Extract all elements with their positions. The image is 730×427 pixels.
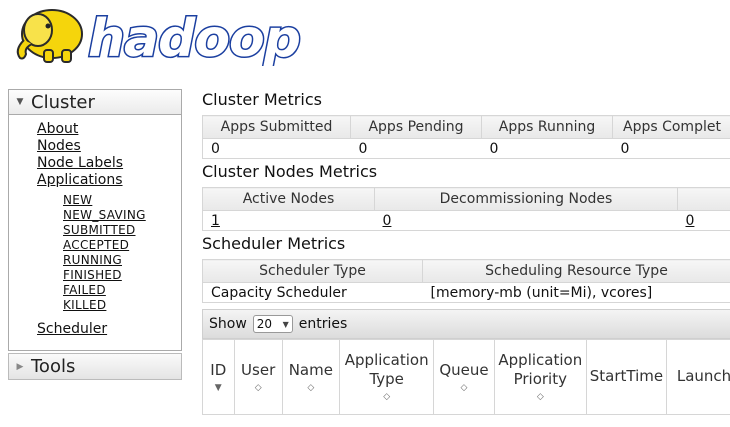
elephant-icon [16, 9, 83, 63]
page-size-value: 20 [256, 317, 273, 331]
link-next-nodes[interactable]: 0 [686, 213, 695, 229]
link-state-new[interactable]: NEW [63, 193, 181, 208]
link-state-failed[interactable]: FAILED [63, 283, 181, 298]
column-application-priority-label-2: Priority [513, 370, 567, 388]
table-row: Capacity Scheduler [memory-mb (unit=Mi),… [202, 282, 730, 303]
nodes-metrics-table: Active Nodes Decommissioning Nodes 1 0 0 [202, 187, 730, 231]
column-queue-label: Queue [439, 360, 489, 379]
column-header-application-type[interactable]: Application Type ◇ [340, 340, 435, 414]
column-starttime-label: StartTime [589, 366, 664, 385]
sidebar-tools-panel[interactable]: ▶ Tools [8, 353, 182, 380]
header-scheduling-resource-type: Scheduling Resource Type [422, 259, 730, 283]
sidebar-cluster-panel: ▼ Cluster About Nodes Node Labels Applic… [8, 89, 182, 351]
applications-table-header: ID ▼ User ◇ Name ◇ Application Type ◇ Qu… [202, 339, 730, 415]
expanded-triangle-icon: ▼ [16, 97, 24, 107]
table-row: 1 0 0 [202, 210, 730, 231]
link-active-nodes[interactable]: 1 [211, 213, 220, 229]
value-apps-submitted: 0 [202, 138, 351, 159]
header-apps-completed: Apps Complet [612, 115, 730, 139]
scheduler-metrics-title: Scheduler Metrics [202, 234, 346, 253]
sidebar-cluster-title: Cluster [31, 91, 95, 113]
scheduler-metrics-table: Scheduler Type Scheduling Resource Type … [202, 259, 730, 303]
link-decommissioning-nodes[interactable]: 0 [383, 213, 392, 229]
hadoop-logo: hadoop [8, 0, 308, 71]
sidebar-cluster-header[interactable]: ▼ Cluster [9, 90, 181, 115]
table-header-row: Scheduler Type Scheduling Resource Type [202, 259, 730, 283]
sort-desc-icon: ▼ [214, 382, 222, 393]
column-header-name[interactable]: Name ◇ [283, 340, 340, 414]
link-state-accepted[interactable]: ACCEPTED [63, 238, 181, 253]
sidebar-tools-title: Tools [31, 356, 76, 377]
column-header-launchtime[interactable]: LaunchT [667, 340, 730, 414]
link-state-submitted[interactable]: SUBMITTED [63, 223, 181, 238]
column-id-label: ID [210, 360, 227, 379]
table-row: 0 0 0 0 [202, 138, 730, 159]
link-nodes[interactable]: Nodes [37, 138, 181, 155]
column-application-type-label-1: Application [344, 351, 429, 369]
link-state-new-saving[interactable]: NEW_SAVING [63, 208, 181, 223]
value-scheduling-resource-type: [memory-mb (unit=Mi), vcores] [422, 282, 730, 303]
show-label: Show [209, 316, 247, 332]
sidebar-tools-header[interactable]: ▶ Tools [9, 354, 181, 379]
value-scheduler-type: Capacity Scheduler [202, 282, 423, 303]
entries-bar: Show 20 ▼ entries [202, 309, 730, 339]
column-header-user[interactable]: User ◇ [235, 340, 283, 414]
link-scheduler[interactable]: Scheduler [37, 321, 181, 338]
column-launchtime-label: LaunchT [676, 366, 730, 385]
link-state-running[interactable]: RUNNING [63, 253, 181, 268]
value-apps-completed: 0 [612, 138, 730, 159]
column-user-label: User [241, 360, 276, 379]
page-size-select[interactable]: 20 ▼ [252, 315, 293, 333]
header-scheduler-type: Scheduler Type [202, 259, 423, 283]
cluster-metrics-table: Apps Submitted Apps Pending Apps Running… [202, 115, 730, 159]
application-state-links: NEW NEW_SAVING SUBMITTED ACCEPTED RUNNIN… [37, 189, 181, 313]
entries-label: entries [298, 316, 348, 332]
table-header-row: Apps Submitted Apps Pending Apps Running… [202, 115, 730, 139]
column-application-priority-label-1: Application [498, 351, 583, 369]
column-application-type-label-2: Type [369, 370, 404, 388]
column-name-label: Name [288, 360, 333, 379]
cluster-links: About Nodes Node Labels Applications NEW… [9, 115, 181, 338]
column-header-starttime[interactable]: StartTime [587, 340, 667, 414]
column-header-application-priority[interactable]: Application Priority ◇ [495, 340, 588, 414]
column-header-queue[interactable]: Queue ◇ [434, 340, 495, 414]
chevron-down-icon: ▼ [282, 319, 289, 329]
table-header-row: Active Nodes Decommissioning Nodes [202, 187, 730, 211]
header-apps-running: Apps Running [481, 115, 613, 139]
header-apps-submitted: Apps Submitted [202, 115, 351, 139]
sort-icon: ◇ [536, 392, 544, 402]
cluster-metrics-title: Cluster Metrics [202, 90, 322, 109]
sort-icon: ◇ [307, 382, 315, 393]
link-about[interactable]: About [37, 121, 181, 138]
link-applications[interactable]: Applications [37, 172, 181, 189]
link-state-killed[interactable]: KILLED [63, 298, 181, 313]
value-apps-pending: 0 [350, 138, 482, 159]
nodes-metrics-title: Cluster Nodes Metrics [202, 162, 378, 181]
collapsed-triangle-icon: ▶ [16, 361, 24, 372]
logo-text: hadoop [88, 9, 300, 66]
sort-icon: ◇ [383, 392, 391, 402]
column-header-id[interactable]: ID ▼ [203, 340, 235, 414]
value-apps-running: 0 [481, 138, 613, 159]
link-state-finished[interactable]: FINISHED [63, 268, 181, 283]
sort-icon: ◇ [460, 382, 468, 393]
header-decommissioning-nodes: Decommissioning Nodes [374, 187, 678, 211]
header-active-nodes: Active Nodes [202, 187, 375, 211]
header-apps-pending: Apps Pending [350, 115, 482, 139]
sort-icon: ◇ [254, 382, 262, 393]
header-next [677, 187, 730, 211]
link-node-labels[interactable]: Node Labels [37, 155, 181, 172]
